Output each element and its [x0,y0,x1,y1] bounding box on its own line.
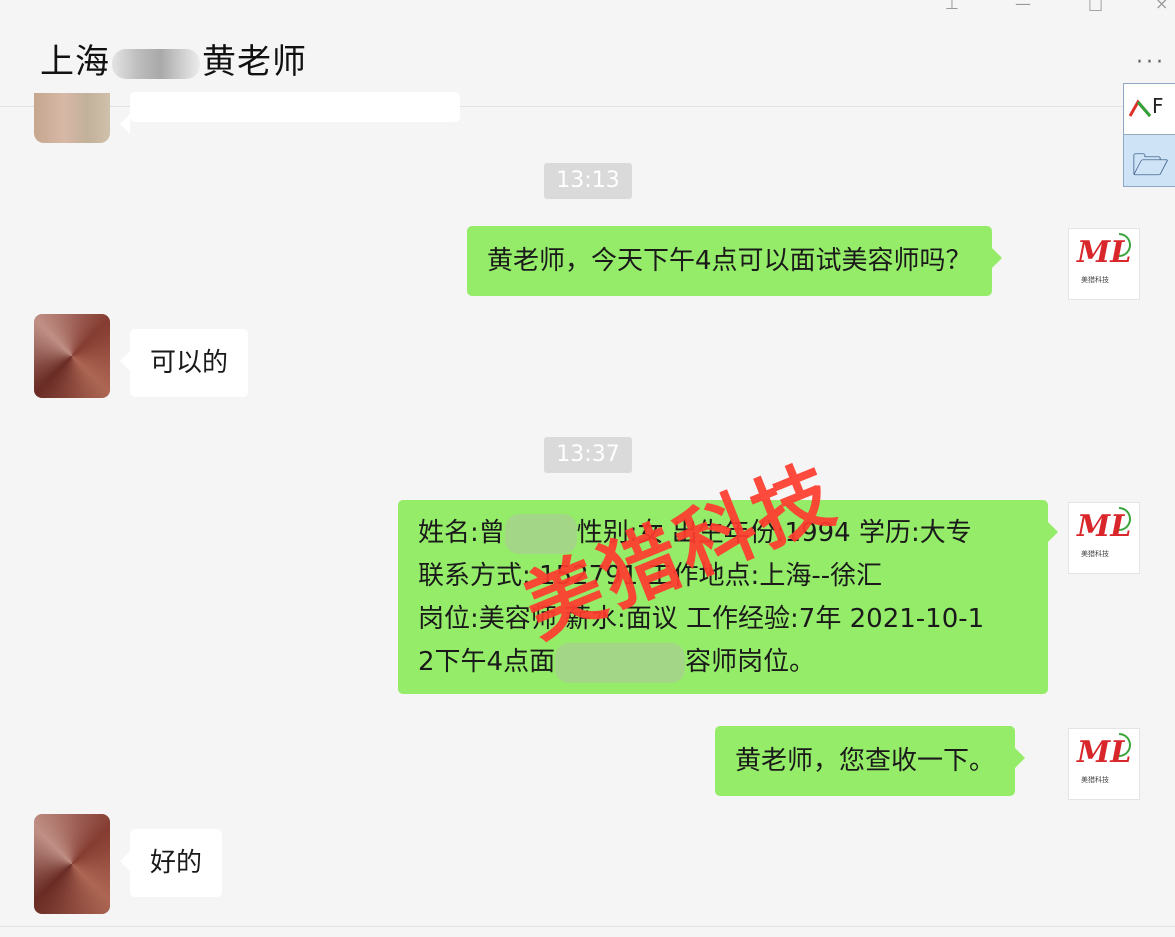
logo-subtitle: 美猎科技 [1081,776,1109,784]
redaction-blur [555,642,686,683]
message-bubble-sent[interactable]: 黄老师，您查收一下。 [715,726,1026,796]
contact-avatar[interactable] [34,93,110,143]
folder-open-button[interactable]: 🗁 [1124,135,1175,186]
close-icon[interactable]: × [1155,0,1168,13]
my-avatar[interactable]: ML 美猎科技 [1068,502,1140,574]
side-toolbar: F 🗁 [1123,83,1175,187]
title-suffix: 黄老师 [202,42,307,82]
my-avatar[interactable]: ML 美猎科技 [1068,728,1140,800]
f-tool-label: F [1152,94,1164,118]
message-bubble-received[interactable]: 好的 [119,829,223,897]
title-redaction [112,48,200,79]
message-bubble-received-partial [120,92,460,134]
folder-open-icon: 🗁 [1132,148,1170,183]
resume-line-3: 岗位:美容师 薪水:面议 工作经验:7年 2021-10-1 [418,604,985,634]
logo-subtitle: 美猎科技 [1081,550,1109,558]
divider [0,926,1175,927]
timestamp: 13:13 [544,163,632,199]
minimize-icon[interactable]: — [1015,0,1031,13]
maximize-icon[interactable]: □ [1088,0,1103,13]
message-bubble-received[interactable]: 可以的 [119,329,249,397]
resume-line-4: 2下午4点面 容师岗位。 [418,641,1028,684]
logo-subtitle: 美猎科技 [1081,276,1109,284]
chart-arrow-icon [1128,99,1152,117]
title-prefix: 上海 [40,42,110,82]
pin-icon[interactable]: ⊥ [945,0,959,13]
message-bubble-sent[interactable]: 黄老师，今天下午4点可以面试美容师吗？ [467,226,1002,296]
contact-avatar[interactable] [34,814,110,914]
contact-avatar[interactable] [34,314,110,398]
timestamp: 13:37 [544,437,632,473]
f-tool-button[interactable]: F [1124,84,1175,135]
more-options-button[interactable]: ··· [1136,50,1166,75]
my-avatar[interactable]: ML 美猎科技 [1068,228,1140,300]
chat-header: 上海 黄老师 ⊥ — □ × ··· [0,0,1175,107]
chat-title: 上海 黄老师 [40,34,307,83]
